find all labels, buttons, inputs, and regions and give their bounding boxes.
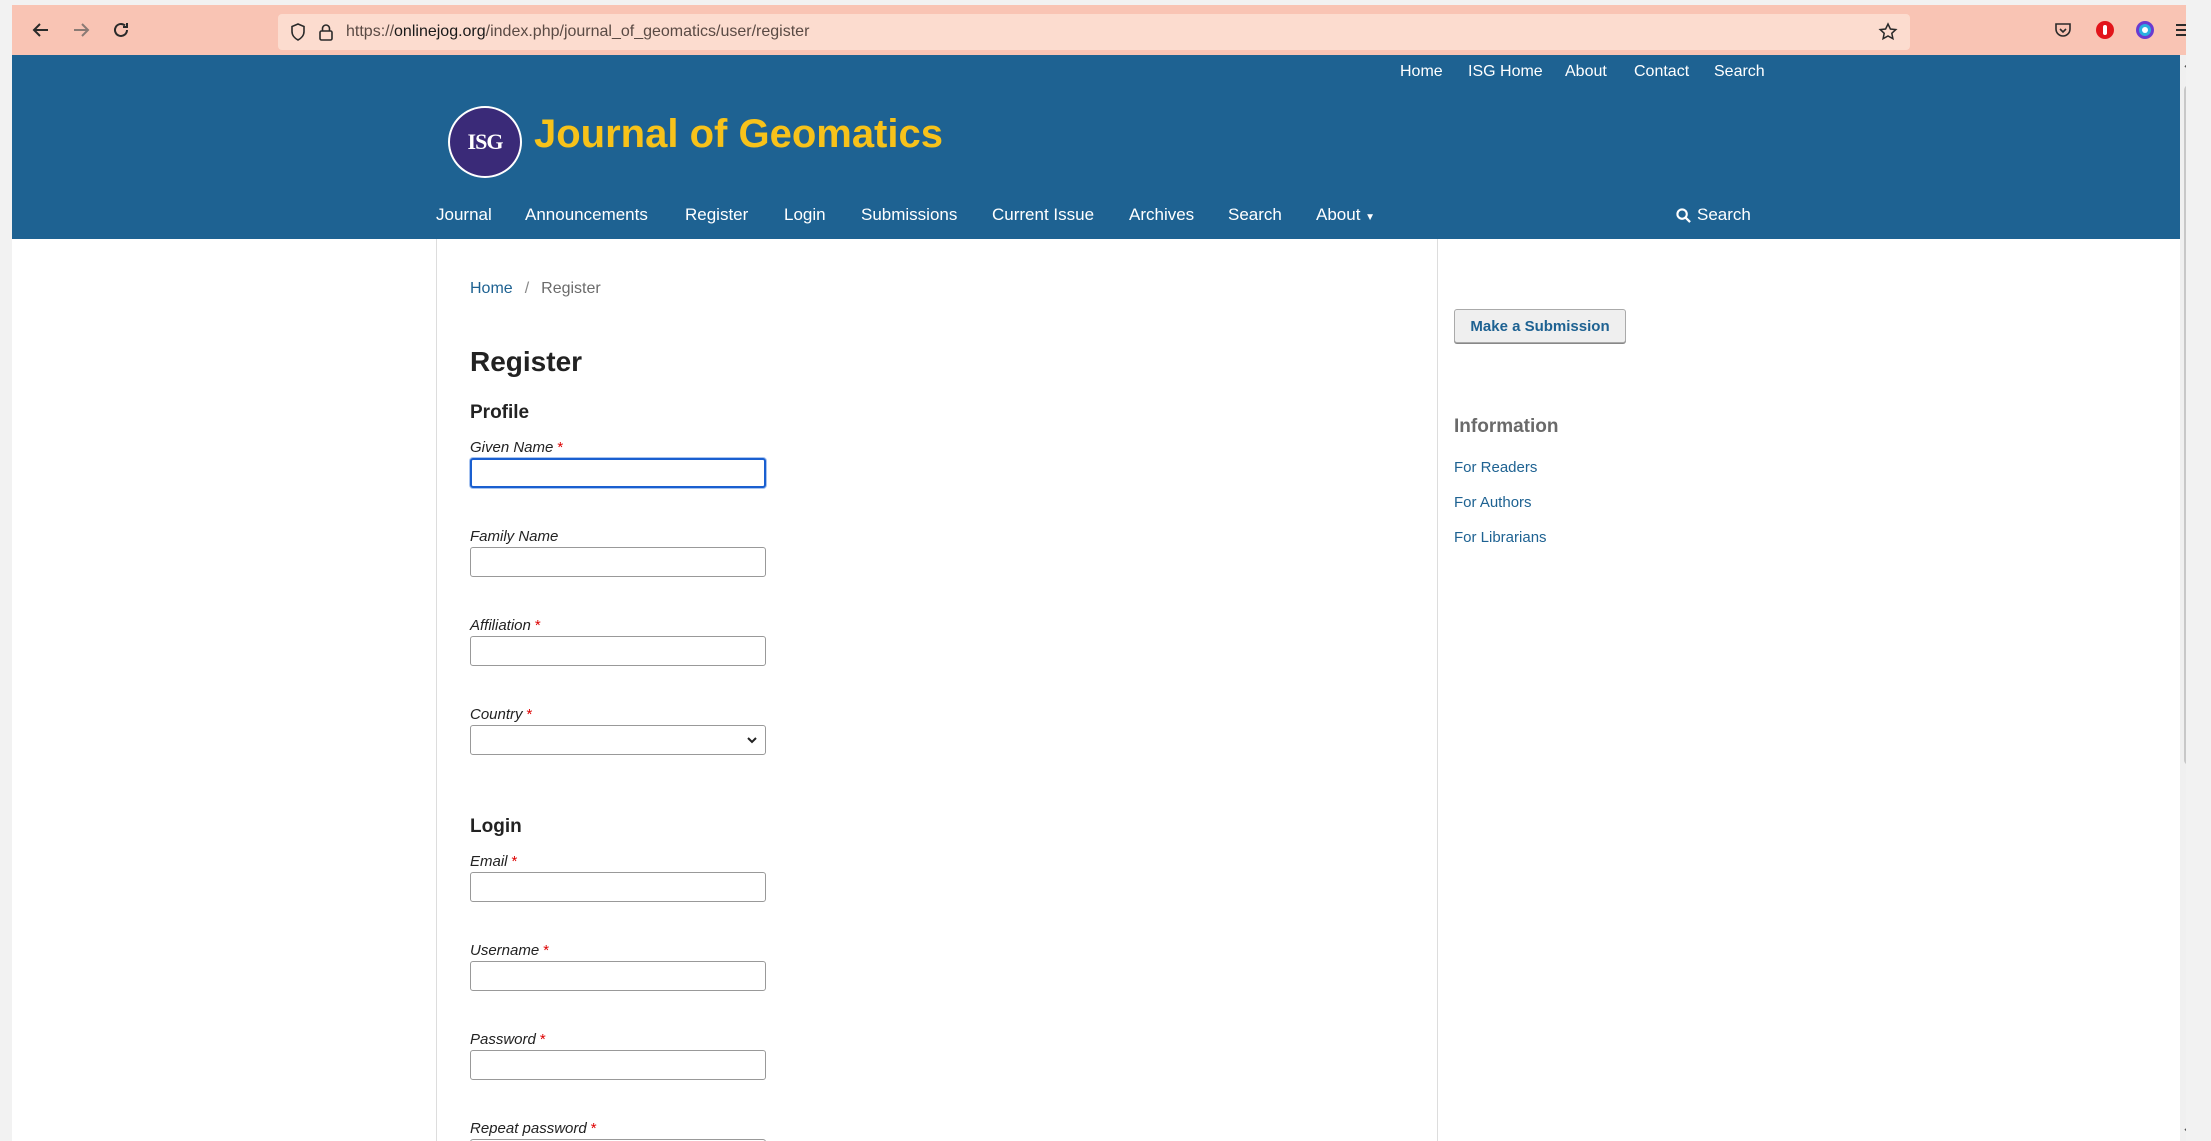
chevron-down-icon [747,737,757,744]
country-label-text: Country [470,706,523,723]
search-link-label: Search [1697,205,1751,224]
required-marker: * [557,439,564,456]
logo-text: ISG [467,129,504,154]
breadcrumb-current: Register [541,280,601,297]
topnav-contact[interactable]: Contact [1634,63,1689,81]
menu-icon[interactable] [2168,15,2186,45]
given-name-input[interactable] [470,458,766,488]
url-text[interactable]: https://onlinejog.org/index.php/journal_… [346,23,809,41]
nav-login[interactable]: Login [784,205,826,225]
nav-submissions[interactable]: Submissions [861,205,957,225]
scroll-up-icon[interactable] [2183,59,2186,71]
forward-arrow-icon[interactable] [66,15,96,45]
family-name-input[interactable] [470,547,766,577]
scrollbar-thumb[interactable] [2184,85,2186,765]
affiliation-label: Affiliation * [470,617,541,634]
affiliation-input[interactable] [470,636,766,666]
reload-icon[interactable] [106,15,136,45]
topnav-isg-home[interactable]: ISG Home [1468,63,1543,81]
breadcrumb-home[interactable]: Home [470,280,513,297]
username-label: Username * [470,942,549,959]
url-prefix: https:// [346,23,395,40]
nav-about-dropdown[interactable]: About ▼ [1316,205,1375,225]
username-label-text: Username [470,942,540,959]
nav-register[interactable]: Register [685,205,748,225]
isg-logo[interactable]: ISG [448,106,522,178]
nav-archives[interactable]: Archives [1129,205,1194,225]
shield-icon[interactable] [288,22,308,42]
topnav-home[interactable]: Home [1400,63,1443,81]
for-librarians-link[interactable]: For Librarians [1454,529,1547,546]
username-input[interactable] [470,961,766,991]
site-header [12,55,2186,239]
family-name-label-text: Family Name [470,528,559,545]
star-icon[interactable] [1878,22,1898,42]
url-host: onlinejog.org [394,23,486,40]
nav-about-label: About [1316,205,1361,224]
page-title: Register [470,346,583,377]
country-select[interactable] [470,725,766,755]
caret-down-icon: ▼ [1365,212,1376,223]
given-name-label: Given Name * [470,439,563,456]
nav-announcements[interactable]: Announcements [525,205,648,225]
email-input[interactable] [470,872,766,902]
lock-icon[interactable] [316,22,336,42]
repeat-password-label-text: Repeat password [470,1120,587,1137]
for-authors-link[interactable]: For Authors [1454,494,1532,511]
password-label: Password * [470,1031,546,1048]
make-submission-button[interactable]: Make a Submission [1454,309,1626,343]
required-marker: * [539,1031,546,1048]
required-marker: * [526,706,533,723]
repeat-password-label: Repeat password * [470,1120,597,1137]
required-marker: * [543,942,550,959]
browser-toolbar: https://onlinejog.org/index.php/journal_… [12,5,2186,55]
url-path: /index.php/journal_of_geomatics/user/reg… [485,23,810,40]
profile-heading: Profile [470,402,530,423]
nav-search[interactable]: Search [1228,205,1282,225]
address-bar[interactable]: https://onlinejog.org/index.php/journal_… [278,14,1910,50]
scroll-down-icon[interactable] [2183,1125,2186,1137]
pocket-icon[interactable] [2048,15,2078,45]
family-name-label: Family Name [470,528,558,545]
search-icon [1676,207,1691,223]
required-marker: * [511,853,518,870]
breadcrumb-separator: / [524,280,530,297]
country-label: Country * [470,706,532,723]
vertical-scrollbar[interactable] [2180,55,2186,1141]
site-title[interactable]: Journal of Geomatics [534,112,943,157]
for-readers-link[interactable]: For Readers [1454,459,1537,476]
browser-window: https://onlinejog.org/index.php/journal_… [12,5,2186,1141]
login-heading: Login [470,816,522,837]
given-name-label-text: Given Name [470,439,554,456]
extension-icon[interactable] [2090,15,2120,45]
main-content [436,239,1438,1141]
nav-journal[interactable]: Journal [436,205,492,225]
topnav-about[interactable]: About [1565,63,1607,81]
breadcrumb: Home / Register [470,280,601,298]
color-extension-icon[interactable] [2130,15,2160,45]
required-marker: * [534,617,541,634]
affiliation-label-text: Affiliation [470,617,531,634]
topnav-search[interactable]: Search [1714,63,1765,81]
header-search-link[interactable]: Search [1676,205,1751,225]
back-arrow-icon[interactable] [26,15,56,45]
nav-current-issue[interactable]: Current Issue [992,205,1094,225]
information-heading: Information [1454,416,1559,437]
password-label-text: Password [470,1031,536,1048]
email-label-text: Email [470,853,508,870]
required-marker: * [590,1120,597,1137]
email-label: Email * [470,853,517,870]
password-input[interactable] [470,1050,766,1080]
